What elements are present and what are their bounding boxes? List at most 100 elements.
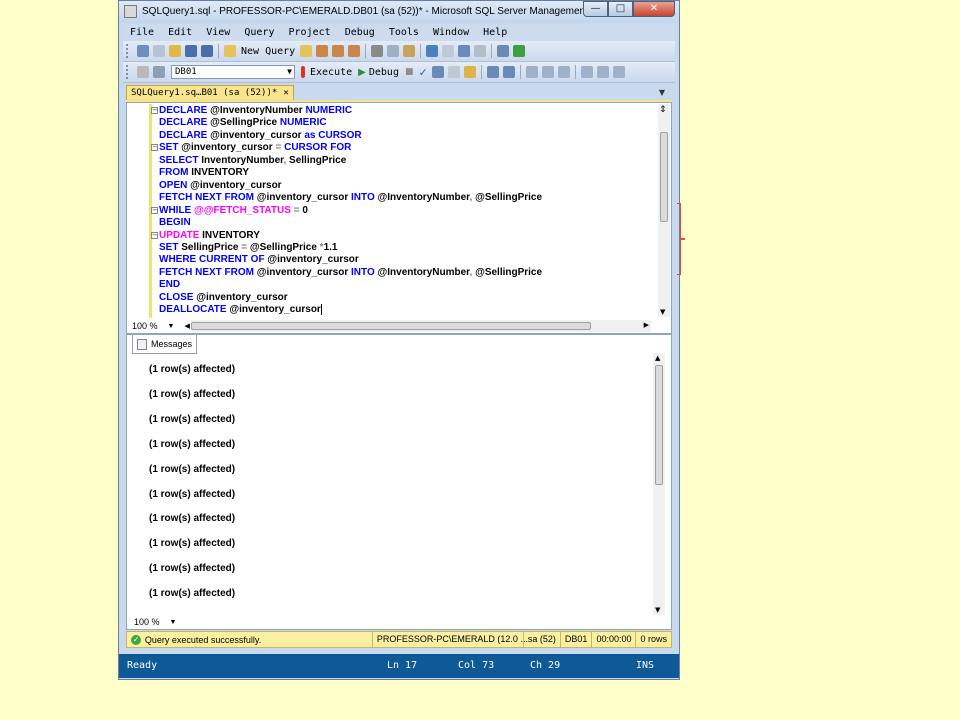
database-select[interactable]: DB01 ▼ [171, 65, 295, 79]
open-folder-icon[interactable] [169, 45, 181, 57]
results-text-icon[interactable] [525, 66, 538, 78]
save-all-icon[interactable] [201, 45, 213, 57]
menu-tools[interactable]: Tools [389, 27, 419, 38]
display-plan-icon[interactable] [431, 66, 444, 78]
code-line[interactable]: FROM INVENTORY [159, 167, 249, 179]
code-line[interactable]: DECLARE @inventory_cursor as CURSOR [159, 130, 362, 142]
message-line: (1 row(s) affected) [149, 488, 236, 500]
code-line[interactable]: OPEN @inventory_cursor [159, 180, 282, 192]
parse-icon[interactable]: ✓ [418, 66, 427, 79]
execute-button[interactable]: Execute [310, 67, 352, 78]
undo-icon[interactable] [426, 45, 439, 57]
results-zoom-chevron-icon[interactable]: ▼ [170, 619, 177, 626]
status-bar: Ready Ln 17 Col 73 Ch 29 INS [119, 654, 679, 678]
change-connection-icon[interactable] [153, 66, 165, 78]
cut-icon[interactable] [371, 45, 384, 57]
editor-horizontal-scrollbar[interactable]: ▶ [191, 320, 651, 332]
find-icon[interactable] [474, 45, 487, 57]
scroll-right-icon[interactable]: ▶ [644, 321, 649, 329]
code-line[interactable]: DEALLOCATE @inventory_cursor [159, 304, 322, 316]
menu-help[interactable]: Help [483, 27, 507, 38]
code-editor[interactable]: DECLARE @InventoryNumber NUMERIC − DECLARE… [127, 104, 657, 318]
menu-project[interactable]: Project [289, 27, 331, 38]
code-line[interactable]: WHERE CURRENT OF @inventory_cursor [159, 254, 359, 266]
code-line[interactable]: CLOSE @inventory_cursor [159, 292, 288, 304]
results-file-icon[interactable] [557, 66, 570, 78]
menu-debug[interactable]: Debug [345, 27, 375, 38]
results-scroll-down-icon[interactable]: ▼ [655, 606, 660, 614]
code-line[interactable]: SET SellingPrice = @SellingPrice *1.1 [159, 242, 337, 254]
collapse-icon[interactable]: − [151, 107, 158, 114]
save-icon[interactable] [185, 45, 197, 57]
navigate-icon[interactable] [458, 45, 471, 57]
results-scroll-up-icon[interactable]: ▲ [655, 354, 660, 362]
toolbar-grip-2[interactable] [126, 65, 131, 79]
zoom-chevron-icon[interactable]: ▼ [168, 323, 175, 330]
collapse-icon[interactable]: − [151, 231, 158, 239]
mdx-query-icon[interactable] [332, 45, 345, 57]
db-engine-query-icon[interactable] [300, 45, 313, 57]
code-line[interactable]: DECLARE @SellingPrice NUMERIC [159, 117, 327, 129]
split-handle-icon[interactable]: ⇕ [659, 105, 667, 115]
include-plan-icon[interactable] [486, 66, 499, 78]
solution-explorer-icon[interactable] [497, 45, 510, 57]
uncomment-icon[interactable] [596, 66, 609, 78]
code-line[interactable]: SELECT InventoryNumber, SellingPrice [159, 155, 346, 167]
results-grid-icon[interactable] [541, 66, 554, 78]
collapse-icon[interactable]: − [151, 206, 158, 214]
editor-scroll-thumb[interactable] [660, 132, 668, 222]
copy-icon[interactable] [387, 45, 400, 57]
results-to-icon[interactable] [463, 66, 476, 78]
scroll-left-icon[interactable]: ◀ [184, 322, 189, 330]
results-vertical-scrollbar[interactable]: ▲ ▼ [653, 353, 665, 615]
code-line[interactable]: BEGIN [159, 217, 191, 229]
menu-window[interactable]: Window [433, 27, 469, 38]
tab-list-dropdown-icon[interactable]: ▼ [659, 88, 665, 97]
tab-close-icon[interactable]: ✕ [283, 88, 288, 98]
code-line[interactable]: FETCH NEXT FROM @inventory_cursor INTO @… [159, 267, 542, 279]
dmx-query-icon[interactable] [348, 45, 361, 57]
editor-zoom-value[interactable]: 100 % [132, 321, 158, 331]
new-query-button[interactable]: New Query [241, 46, 295, 57]
query-designer-icon[interactable] [447, 66, 460, 78]
menu-query[interactable]: Query [244, 27, 274, 38]
debug-button[interactable]: Debug [369, 67, 399, 78]
editor-vertical-scrollbar[interactable]: ⇕ ▼ [658, 104, 670, 317]
code-line[interactable]: WHILE @@FETCH_STATUS = 0 [159, 205, 308, 217]
analysis-query-icon[interactable] [316, 45, 329, 57]
start-icon[interactable] [513, 45, 526, 57]
toolbar-grip[interactable] [126, 44, 131, 58]
connect-icon[interactable] [137, 66, 149, 78]
code-line[interactable]: END [159, 279, 180, 291]
comment-icon[interactable] [580, 66, 593, 78]
maximize-button[interactable]: □ [608, 1, 633, 17]
scroll-down-icon[interactable]: ▼ [660, 308, 665, 316]
code-line[interactable]: FETCH NEXT FROM @inventory_cursor INTO @… [159, 192, 542, 204]
stop-icon[interactable]: ■ [405, 67, 414, 77]
code-line[interactable]: SET @inventory_cursor = CURSOR FOR [159, 142, 351, 154]
results-scroll-thumb[interactable] [655, 365, 663, 485]
menu-edit[interactable]: Edit [168, 27, 192, 38]
tab-messages[interactable]: Messages [132, 335, 198, 354]
collapse-icon[interactable]: − [151, 144, 158, 152]
code-line[interactable]: UPDATE INVENTORY [159, 230, 260, 242]
new-query-icon[interactable] [224, 45, 236, 57]
code-token: NUMERIC [279, 117, 327, 129]
add-item-icon[interactable] [153, 45, 165, 57]
menu-view[interactable]: View [206, 27, 230, 38]
results-zoom-value[interactable]: 100 % [134, 617, 160, 627]
client-statistics-icon[interactable] [502, 66, 515, 78]
database-select-value: DB01 [175, 67, 197, 77]
redo-icon[interactable] [442, 45, 455, 57]
execute-icon [301, 66, 305, 78]
minimize-button[interactable]: — [583, 1, 608, 17]
editor-gutter [127, 104, 152, 318]
menu-file[interactable]: File [130, 27, 154, 38]
close-button[interactable]: ✕ [633, 1, 675, 17]
highlight-bracket-tick [681, 238, 685, 240]
paste-icon[interactable] [403, 45, 416, 57]
indent-icon[interactable] [612, 66, 625, 78]
editor-hscroll-thumb[interactable] [191, 322, 591, 330]
new-project-icon[interactable] [137, 45, 149, 57]
code-line[interactable]: DECLARE @InventoryNumber NUMERIC [159, 105, 352, 117]
